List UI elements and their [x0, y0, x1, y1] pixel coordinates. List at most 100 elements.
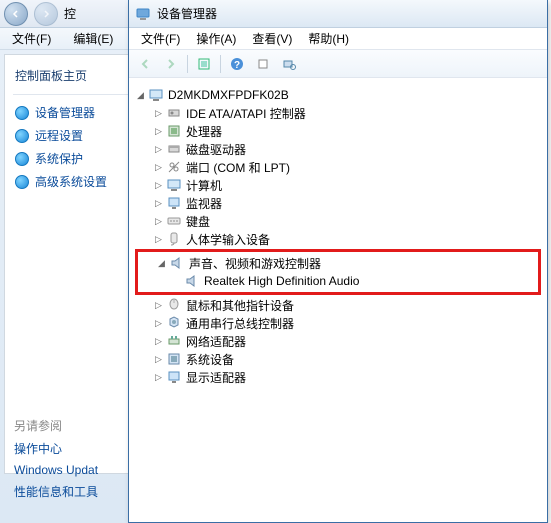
tb-forward — [159, 53, 183, 75]
cp-menu-file[interactable]: 文件(F) — [6, 28, 57, 49]
tree-label: 端口 (COM 和 LPT) — [186, 159, 290, 176]
tb-properties[interactable] — [251, 53, 275, 75]
tree-category[interactable]: ▷ 通用串行总线控制器 — [135, 314, 541, 332]
tb-show-hidden[interactable] — [192, 53, 216, 75]
tree-dev-realtek[interactable]: Realtek High Definition Audio — [138, 272, 538, 290]
sb-label: 系统保护 — [35, 150, 83, 167]
sb-label: 设备管理器 — [35, 104, 95, 121]
expand-icon[interactable]: ▷ — [153, 180, 164, 191]
cp-sb-protection[interactable]: 系统保护 — [5, 147, 139, 170]
see-also-perf[interactable]: 性能信息和工具 — [8, 480, 104, 503]
device-tree[interactable]: ◢ D2MKDMXFPDFK02B ▷IDE ATA/ATAPI 控制器▷处理器… — [129, 78, 547, 522]
tree-category[interactable]: ▷ 鼠标和其他指针设备 — [135, 296, 541, 314]
tree-label: Realtek High Definition Audio — [204, 274, 359, 288]
menu-file[interactable]: 文件(F) — [135, 28, 186, 49]
category-icon — [166, 159, 182, 175]
menu-action[interactable]: 操作(A) — [190, 28, 242, 49]
tb-sep — [187, 55, 188, 73]
collapse-icon[interactable]: ◢ — [135, 90, 146, 101]
dm-titlebar[interactable]: 设备管理器 — [129, 0, 547, 28]
tree-label: 系统设备 — [186, 351, 234, 368]
expand-icon[interactable]: ▷ — [153, 126, 164, 137]
tree-cat-sound[interactable]: ◢ 声音、视频和游戏控制器 — [138, 254, 538, 272]
menu-label: 帮助(H) — [308, 32, 349, 46]
cp-sb-device-manager[interactable]: 设备管理器 — [5, 101, 139, 124]
expand-icon[interactable]: ▷ — [153, 108, 164, 119]
expand-icon[interactable]: ▷ — [153, 336, 164, 347]
tree-category[interactable]: ▷ 监视器 — [135, 194, 541, 212]
shield-icon — [15, 175, 29, 189]
shield-icon — [15, 129, 29, 143]
tree-label: 监视器 — [186, 195, 222, 212]
see-also-action-center[interactable]: 操作中心 — [8, 437, 104, 460]
expand-icon[interactable]: ▷ — [153, 300, 164, 311]
svg-text:?: ? — [234, 60, 240, 71]
cp-sidebar: 控制面板主页 设备管理器 远程设置 系统保护 高级系统设置 另请参阅 操作中心 … — [4, 54, 140, 474]
divider — [13, 94, 131, 95]
category-icon — [166, 123, 182, 139]
computer-icon — [148, 87, 164, 103]
breadcrumb-frag: 控 — [64, 5, 76, 22]
tree-category[interactable]: ▷ 系统设备 — [135, 350, 541, 368]
category-icon — [166, 213, 182, 229]
tree-category[interactable]: ▷磁盘驱动器 — [135, 140, 541, 158]
category-icon — [166, 351, 182, 367]
tree-category[interactable]: ▷ 端口 (COM 和 LPT) — [135, 158, 541, 176]
category-icon — [166, 177, 182, 193]
expand-icon[interactable]: ▷ — [153, 162, 164, 173]
collapse-icon[interactable]: ◢ — [156, 258, 167, 269]
speaker-icon — [169, 255, 185, 271]
dm-title: 设备管理器 — [157, 5, 217, 22]
tree-category[interactable]: ▷计算机 — [135, 176, 541, 194]
cp-see-also: 另请参阅 操作中心 Windows Updat 性能信息和工具 — [8, 414, 104, 503]
category-icon — [166, 141, 182, 157]
category-icon — [166, 333, 182, 349]
back-button[interactable] — [4, 2, 28, 26]
expand-icon[interactable]: ▷ — [153, 234, 164, 245]
tree-label: 网络适配器 — [186, 333, 246, 350]
category-icon — [166, 195, 182, 211]
see-also-windows-update[interactable]: Windows Updat — [8, 460, 104, 480]
tree-label: 处理器 — [186, 123, 222, 140]
category-icon — [166, 105, 182, 121]
tb-help[interactable]: ? — [225, 53, 249, 75]
sb-label: 远程设置 — [35, 127, 83, 144]
device-manager-icon — [135, 6, 151, 22]
expand-icon[interactable]: ▷ — [153, 318, 164, 329]
tree-label: 通用串行总线控制器 — [186, 315, 294, 332]
tree-category[interactable]: ▷键盘 — [135, 212, 541, 230]
tree-label: 声音、视频和游戏控制器 — [189, 255, 321, 272]
menu-label: 文件(F) — [141, 32, 180, 46]
expand-icon[interactable]: ▷ — [153, 198, 164, 209]
tb-back — [133, 53, 157, 75]
menu-help[interactable]: 帮助(H) — [302, 28, 355, 49]
tb-sep — [220, 55, 221, 73]
tree-category[interactable]: ▷IDE ATA/ATAPI 控制器 — [135, 104, 541, 122]
tree-label: 显示适配器 — [186, 369, 246, 386]
cp-sb-remote[interactable]: 远程设置 — [5, 124, 139, 147]
tree-category[interactable]: ▷ 人体学输入设备 — [135, 230, 541, 248]
tree-category[interactable]: ▷ 处理器 — [135, 122, 541, 140]
tree-label: 鼠标和其他指针设备 — [186, 297, 294, 314]
cp-titlebar: 控 — [0, 0, 144, 28]
expand-icon[interactable]: ▷ — [153, 216, 164, 227]
sb-label: 高级系统设置 — [35, 173, 107, 190]
category-icon — [166, 231, 182, 247]
tree-category[interactable]: ▷ 网络适配器 — [135, 332, 541, 350]
device-manager-window: 设备管理器 文件(F) 操作(A) 查看(V) 帮助(H) ? ◢ D2MKDM… — [128, 0, 548, 523]
tree-category[interactable]: ▷ 显示适配器 — [135, 368, 541, 386]
tree-root[interactable]: ◢ D2MKDMXFPDFK02B — [135, 86, 541, 104]
forward-button[interactable] — [34, 2, 58, 26]
expand-icon[interactable]: ▷ — [153, 354, 164, 365]
dm-toolbar: ? — [129, 50, 547, 78]
expand-icon[interactable]: ▷ — [153, 144, 164, 155]
tree-label: 人体学输入设备 — [186, 231, 270, 248]
see-also-head: 另请参阅 — [8, 414, 104, 437]
cp-sidebar-head[interactable]: 控制面板主页 — [5, 63, 139, 88]
menu-view[interactable]: 查看(V) — [246, 28, 298, 49]
shield-icon — [15, 152, 29, 166]
expand-icon[interactable]: ▷ — [153, 372, 164, 383]
cp-menu-edit[interactable]: 编辑(E) — [67, 28, 119, 49]
cp-sb-advanced[interactable]: 高级系统设置 — [5, 170, 139, 193]
tb-scan[interactable] — [277, 53, 301, 75]
